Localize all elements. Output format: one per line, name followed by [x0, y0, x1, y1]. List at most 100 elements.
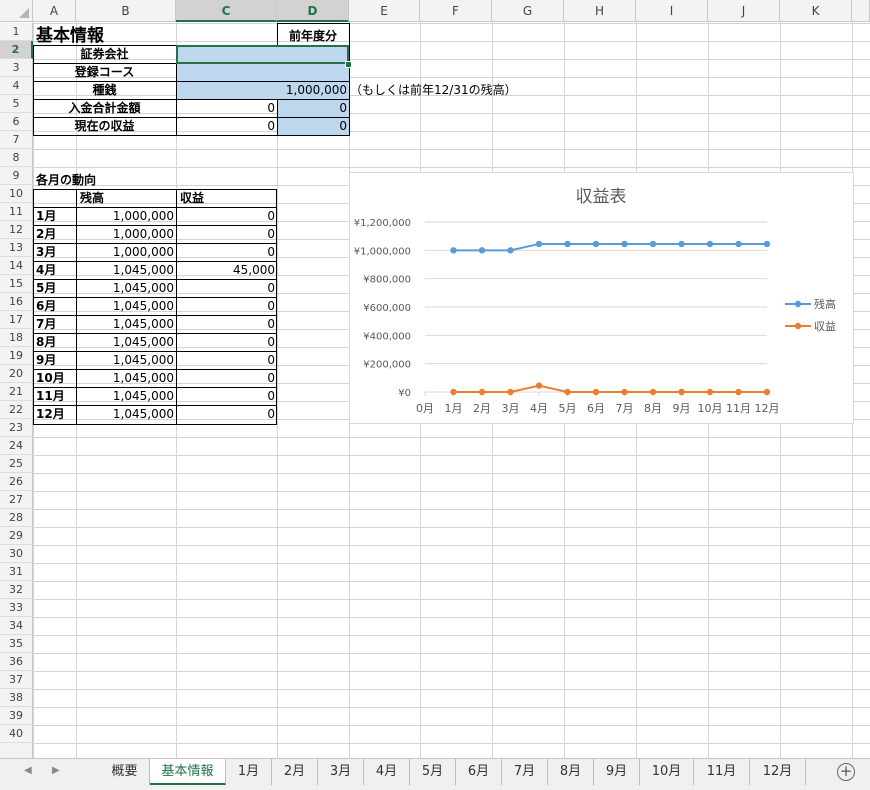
profit-now-value[interactable]: 0: [176, 117, 277, 135]
spreadsheet-grid[interactable]: 基本情報 前年度分 証券会社 登録コース 種銭 入金合計金額 現在の収益 1,0…: [0, 0, 870, 758]
profit-chart[interactable]: 収益表 ¥0 ¥200,000 ¥400,000 ¥600,000 ¥800,000 ¥1,…: [349, 172, 854, 424]
row-header-30[interactable]: 30: [0, 545, 33, 563]
month-profit[interactable]: 0: [176, 279, 277, 297]
column-header-h[interactable]: H: [564, 0, 636, 22]
row-header-3[interactable]: 3: [0, 59, 33, 77]
row-header-32[interactable]: 32: [0, 581, 33, 599]
column-header-l-partial[interactable]: [852, 0, 870, 22]
month-profit[interactable]: 0: [176, 333, 277, 351]
sheet-tab[interactable]: 8月: [548, 759, 594, 785]
row-header-4[interactable]: 4: [0, 77, 33, 95]
month-profit[interactable]: 0: [176, 405, 277, 423]
month-balance[interactable]: 1,045,000: [76, 387, 176, 405]
row-header-14[interactable]: 14: [0, 257, 33, 275]
row-header-6[interactable]: 6: [0, 113, 33, 131]
row-header-29[interactable]: 29: [0, 527, 33, 545]
row-header-1[interactable]: 1: [0, 23, 33, 41]
active-cell-selection[interactable]: [176, 45, 349, 64]
row-header-2[interactable]: 2: [0, 41, 33, 59]
row-header-40[interactable]: 40: [0, 725, 33, 743]
column-header-f[interactable]: F: [420, 0, 492, 22]
sheet-tab[interactable]: 12月: [750, 759, 806, 785]
month-profit[interactable]: 45,000: [176, 261, 277, 279]
row-header-13[interactable]: 13: [0, 239, 33, 257]
month-balance[interactable]: 1,045,000: [76, 297, 176, 315]
column-header-c[interactable]: C: [176, 0, 277, 22]
row-header-7[interactable]: 7: [0, 131, 33, 149]
row-header-25[interactable]: 25: [0, 455, 33, 473]
month-profit[interactable]: 0: [176, 369, 277, 387]
sheet-tab[interactable]: 9月: [594, 759, 640, 785]
row-header-9[interactable]: 9: [0, 167, 33, 185]
next-sheet-icon[interactable]: ▶: [52, 765, 60, 776]
sheet-tab[interactable]: 4月: [364, 759, 410, 785]
row-header-23[interactable]: 23: [0, 419, 33, 437]
sheet-tab[interactable]: 10月: [640, 759, 694, 785]
month-profit[interactable]: 0: [176, 207, 277, 225]
row-header-16[interactable]: 16: [0, 293, 33, 311]
month-profit[interactable]: 0: [176, 315, 277, 333]
row-header-22[interactable]: 22: [0, 401, 33, 419]
row-header-8[interactable]: 8: [0, 149, 33, 167]
column-header-g[interactable]: G: [492, 0, 564, 22]
month-balance[interactable]: 1,000,000: [76, 207, 176, 225]
sheet-tab[interactable]: 1月: [226, 759, 272, 785]
month-balance[interactable]: 1,000,000: [76, 243, 176, 261]
column-header-i[interactable]: I: [636, 0, 708, 22]
profit-prev-value[interactable]: 0: [277, 117, 349, 135]
sheet-tab[interactable]: 3月: [318, 759, 364, 785]
seed-money-value[interactable]: 1,000,000: [176, 81, 349, 99]
column-header-d[interactable]: D: [277, 0, 349, 22]
row-header-27[interactable]: 27: [0, 491, 33, 509]
column-header-j[interactable]: J: [708, 0, 780, 22]
column-header-k[interactable]: K: [780, 0, 852, 22]
column-header-e[interactable]: E: [349, 0, 420, 22]
month-balance[interactable]: 1,045,000: [76, 315, 176, 333]
row-header-15[interactable]: 15: [0, 275, 33, 293]
row-header-36[interactable]: 36: [0, 653, 33, 671]
row-header-17[interactable]: 17: [0, 311, 33, 329]
row-header-26[interactable]: 26: [0, 473, 33, 491]
row-header-10[interactable]: 10: [0, 185, 33, 203]
sheet-tab[interactable]: 2月: [272, 759, 318, 785]
sheet-tab[interactable]: 11月: [694, 759, 750, 785]
deposit-total-value[interactable]: 0: [176, 99, 277, 117]
row-header-18[interactable]: 18: [0, 329, 33, 347]
row-header-20[interactable]: 20: [0, 365, 33, 383]
row-header-12[interactable]: 12: [0, 221, 33, 239]
sheet-tab[interactable]: 5月: [410, 759, 456, 785]
sheet-tab[interactable]: 概要: [100, 759, 150, 785]
month-profit[interactable]: 0: [176, 225, 277, 243]
row-header-34[interactable]: 34: [0, 617, 33, 635]
column-header-b[interactable]: B: [76, 0, 176, 22]
row-header-35[interactable]: 35: [0, 635, 33, 653]
row-header-24[interactable]: 24: [0, 437, 33, 455]
month-balance[interactable]: 1,045,000: [76, 333, 176, 351]
row-header-partial[interactable]: [0, 743, 33, 758]
deposit-prev-value[interactable]: 0: [277, 99, 349, 117]
row-header-19[interactable]: 19: [0, 347, 33, 365]
fill-handle[interactable]: [345, 61, 352, 68]
select-all-corner[interactable]: [0, 0, 33, 22]
row-header-21[interactable]: 21: [0, 383, 33, 401]
prev-sheet-icon[interactable]: ◀: [24, 765, 32, 776]
row-header-11[interactable]: 11: [0, 203, 33, 221]
month-balance[interactable]: 1,045,000: [76, 261, 176, 279]
month-profit[interactable]: 0: [176, 351, 277, 369]
sheet-tab[interactable]: 7月: [502, 759, 548, 785]
month-profit[interactable]: 0: [176, 243, 277, 261]
add-sheet-icon[interactable]: +: [837, 763, 855, 781]
month-balance[interactable]: 1,000,000: [76, 225, 176, 243]
row-header-5[interactable]: 5: [0, 95, 33, 113]
row-header-31[interactable]: 31: [0, 563, 33, 581]
month-balance[interactable]: 1,045,000: [76, 279, 176, 297]
row-header-33[interactable]: 33: [0, 599, 33, 617]
sheet-tab[interactable]: 基本情報: [150, 759, 226, 785]
row-header-37[interactable]: 37: [0, 671, 33, 689]
month-profit[interactable]: 0: [176, 387, 277, 405]
column-header-a[interactable]: A: [33, 0, 76, 22]
month-balance[interactable]: 1,045,000: [76, 351, 176, 369]
month-balance[interactable]: 1,045,000: [76, 405, 176, 423]
row-header-38[interactable]: 38: [0, 689, 33, 707]
row-header-28[interactable]: 28: [0, 509, 33, 527]
